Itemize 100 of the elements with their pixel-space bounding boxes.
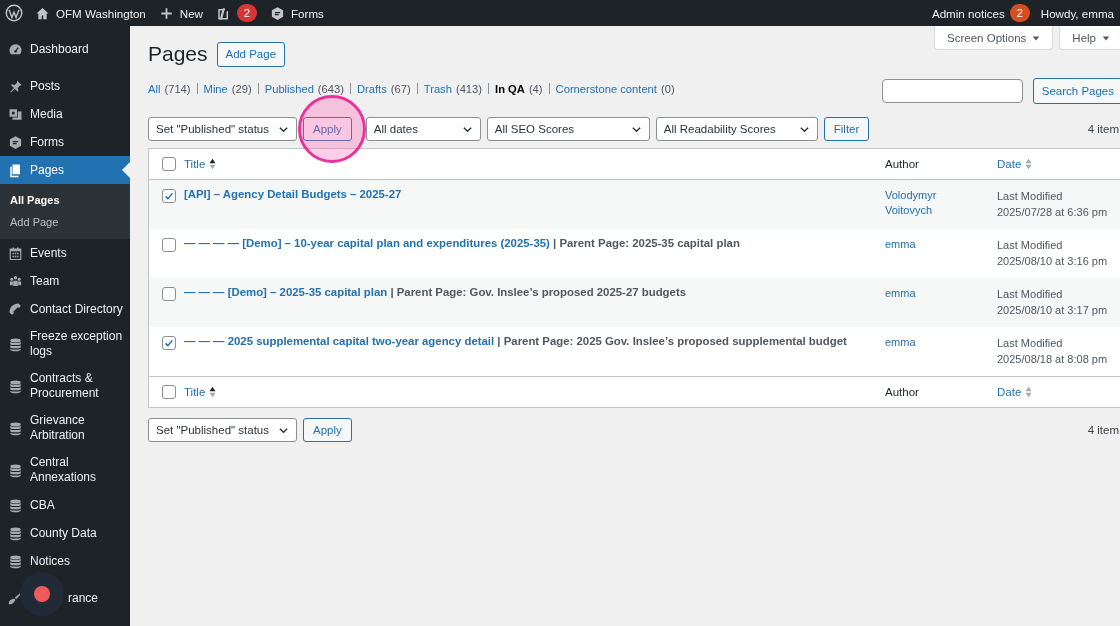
sidebar-menu-item[interactable]: rance <box>0 584 130 612</box>
items-count: 4 item <box>1087 424 1119 436</box>
sidebar-menu-item[interactable]: Events <box>0 239 130 267</box>
date-status: Last Modified <box>997 189 1064 204</box>
notification-badge: 2 <box>1009 4 1030 22</box>
filter-button[interactable]: Filter <box>823 117 870 141</box>
user-greeting[interactable]: Howdy, emma <box>1040 6 1114 20</box>
sidebar-menu-item[interactable]: Contracts & Procurement <box>0 365 130 407</box>
sidebar-menu-item[interactable]: Central Annexations <box>0 449 130 491</box>
view-count: (4) <box>528 82 543 95</box>
sidebar-menu-item[interactable]: Forms <box>0 128 130 156</box>
filter-select[interactable]: All Readability Scores <box>655 117 818 141</box>
view-count: (0) <box>660 82 675 95</box>
screen-meta-tab[interactable]: Screen Options <box>934 26 1054 50</box>
bulk-action-select[interactable]: Set "Published" status <box>148 418 297 442</box>
author-link[interactable]: Volodymyr <box>885 188 997 203</box>
database-icon <box>8 553 23 569</box>
items-count: 4 item <box>1087 123 1119 135</box>
sidebar-menu-item[interactable]: County Data <box>0 519 130 547</box>
column-sort-link[interactable]: Title <box>184 158 206 170</box>
calendar-icon <box>8 245 23 261</box>
sidebar-menu-item[interactable]: Contact Directory <box>0 295 130 323</box>
author-link[interactable]: emma <box>885 335 997 350</box>
form-icon <box>8 134 23 150</box>
view-filter-link[interactable]: Published <box>264 82 314 95</box>
column-sort-link[interactable]: Title <box>184 386 206 398</box>
row-checkbox[interactable] <box>161 238 176 252</box>
view-filter-link[interactable]: Mine <box>203 82 228 95</box>
form-icon <box>270 5 285 21</box>
page-title-link[interactable]: — — — 2025 supplemental capital two-year agency detail <box>184 335 495 347</box>
modified-date: 2025/08/10 at 3:17 pm <box>997 303 1109 318</box>
page-title-link[interactable]: [API] – Agency Detail Budgets – 2025-27 <box>184 188 402 200</box>
column-sort-link[interactable]: Date <box>997 384 1022 400</box>
screen-meta-tab[interactable]: Help <box>1059 26 1120 50</box>
date-status: Last Modified <box>997 238 1064 253</box>
page-title-link[interactable]: — — — — [Demo] – 10-year capital plan and expenditures (2025-35) <box>184 237 550 249</box>
view-count: (413) <box>455 82 483 95</box>
sidebar-menu-item[interactable]: Notices <box>0 547 130 575</box>
database-icon <box>8 525 23 541</box>
sidebar-menu-item[interactable]: CBA <box>0 491 130 519</box>
filter-select[interactable]: All SEO Scores <box>486 117 650 141</box>
apply-button[interactable]: Apply <box>303 418 352 442</box>
apply-button[interactable]: Apply <box>303 117 352 141</box>
plus-icon <box>158 5 174 21</box>
parent-page-label: | Parent Page: 2025 Gov. Inslee’s proposed supplemental budget <box>497 335 847 347</box>
date-status: Last Modified <box>997 287 1064 302</box>
sidebar-menu-item[interactable]: Dashboard <box>0 35 130 63</box>
notification-badge: 2 <box>237 4 257 22</box>
view-filter-link[interactable]: Cornerstone content <box>555 82 657 95</box>
phone-icon <box>8 301 23 317</box>
parent-page-label: | Parent Page: Gov. Inslee’s proposed 2025-27 budgets <box>390 286 686 298</box>
submenu-item[interactable]: All Pages <box>0 189 130 211</box>
column-header: Author <box>885 384 919 400</box>
view-filter-link[interactable]: Drafts <box>357 82 387 95</box>
author-link[interactable]: Voitovych <box>885 203 997 218</box>
sidebar-menu-item[interactable]: Media <box>0 100 130 128</box>
search-pages-button[interactable]: Search Pages <box>1032 78 1120 104</box>
view-count: (714) <box>164 82 191 95</box>
checkmark-icon <box>162 190 175 202</box>
sidebar-menu-item[interactable]: Grievance Arbitration <box>0 407 130 449</box>
add-page-button[interactable]: Add Page <box>216 41 286 67</box>
row-checkbox[interactable] <box>161 336 176 350</box>
row-checkbox[interactable] <box>161 189 176 203</box>
view-filter-link[interactable]: Trash <box>423 82 452 95</box>
wordpress-logo-icon <box>5 4 23 22</box>
modified-date: 2025/08/18 at 8:08 pm <box>997 352 1109 367</box>
bulk-action-select[interactable]: Set "Published" status <box>148 117 297 141</box>
sidebar-menu-item[interactable]: Team <box>0 267 130 295</box>
column-header: Author <box>885 156 919 172</box>
database-icon <box>8 420 23 436</box>
author-link[interactable]: emma <box>885 237 997 252</box>
sidebar-menu-item[interactable]: Freeze exception logs <box>0 323 130 365</box>
dropdown-triangle-icon <box>1032 33 1041 42</box>
admin-notices-link[interactable]: Admin notices <box>931 6 1005 20</box>
site-name-link[interactable]: OFM Washington <box>56 6 146 20</box>
database-icon <box>8 336 23 352</box>
filter-select[interactable]: All dates <box>365 117 481 141</box>
modified-date: 2025/07/28 at 6:36 pm <box>997 205 1109 220</box>
column-sort-link[interactable]: Date <box>997 156 1022 172</box>
database-icon <box>8 462 23 478</box>
sidebar-menu-item[interactable]: Pages <box>0 156 130 184</box>
parent-page-label: | Parent Page: 2025-35 capital plan <box>553 237 740 249</box>
modified-date: 2025/08/10 at 3:16 pm <box>997 254 1109 269</box>
sidebar-menu-item[interactable]: Posts <box>0 72 130 100</box>
new-link[interactable]: New <box>179 6 203 20</box>
view-filter-link[interactable]: In QA <box>495 82 525 95</box>
database-icon <box>8 378 23 394</box>
forms-link[interactable]: Forms <box>291 6 324 20</box>
author-link[interactable]: emma <box>885 286 997 301</box>
select-all-checkbox[interactable] <box>161 157 176 171</box>
search-field[interactable] <box>881 79 1023 103</box>
page-title-link[interactable]: — — — [Demo] – 2025-35 capital plan <box>184 286 388 298</box>
row-checkbox[interactable] <box>161 287 176 301</box>
date-status: Last Modified <box>997 336 1064 351</box>
submenu-item[interactable]: Add Page <box>0 211 130 233</box>
select-all-checkbox[interactable] <box>161 385 176 399</box>
view-filter-link[interactable]: All <box>148 82 161 95</box>
dropdown-triangle-icon <box>1102 33 1110 42</box>
view-count: (29) <box>231 82 252 95</box>
pages-icon <box>8 162 23 178</box>
